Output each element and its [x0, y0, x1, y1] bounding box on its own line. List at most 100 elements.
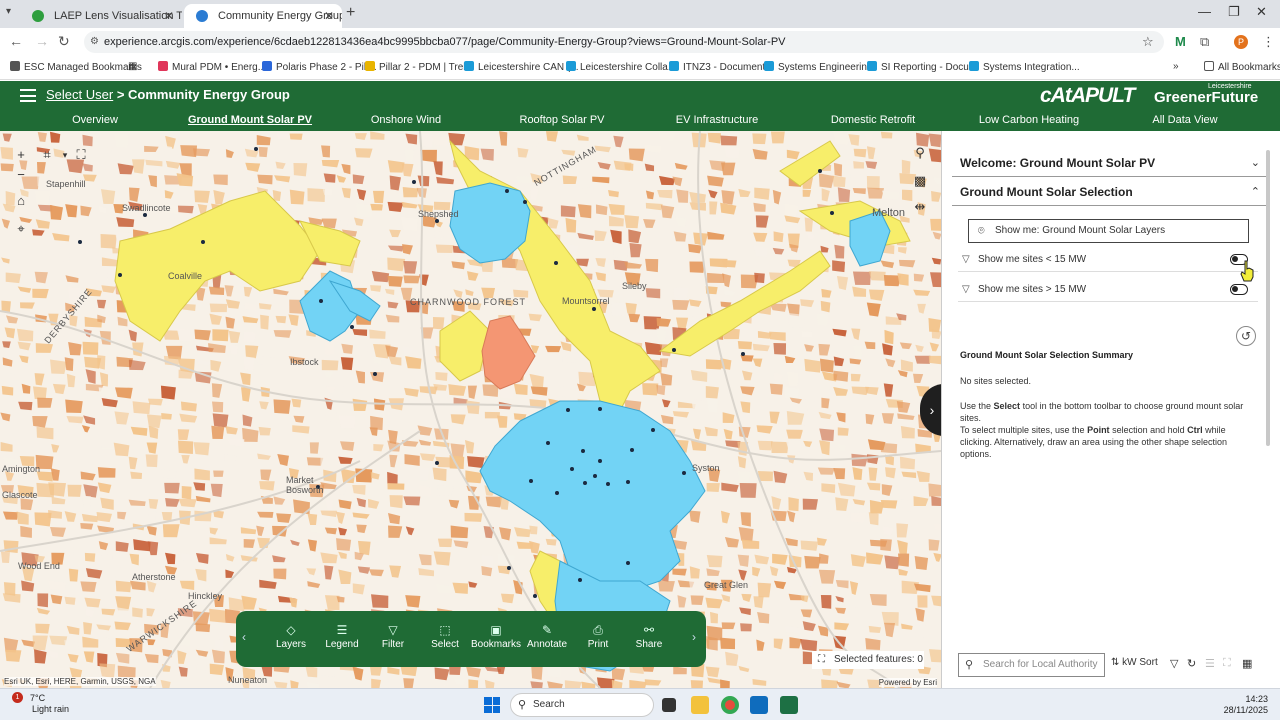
more-bookmarks-icon[interactable]: » — [1173, 61, 1179, 72]
tab-close-icon[interactable]: ✕ — [324, 4, 334, 28]
app-nav: Overview Ground Mount Solar PV Onshore W… — [0, 111, 1280, 131]
nav-ground-mount-solar[interactable]: Ground Mount Solar PV — [188, 114, 312, 126]
show-layers-button[interactable]: ⌾ Show me: Ground Mount Solar Layers — [968, 219, 1249, 243]
bookmark-itnz3[interactable]: ITNZ3 - Documents — [669, 61, 770, 73]
bookmark-leics-colla[interactable]: Leicestershire Colla... — [566, 61, 676, 73]
task-view-icon[interactable] — [662, 698, 676, 712]
kw-sort-button[interactable]: ⇅ kW Sort — [1111, 657, 1158, 668]
bookmark-mural[interactable]: Mural PDM • Energ... — [158, 61, 266, 73]
restore-icon[interactable]: ❐ — [1228, 4, 1240, 20]
selected-features-indicator[interactable]: ⛶ Selected features: 0 — [812, 651, 924, 669]
star-icon[interactable]: ☆ — [1142, 34, 1154, 50]
filter-button[interactable]: ▽ Filter — [368, 623, 418, 650]
outlook-icon[interactable] — [750, 696, 768, 714]
apps-grid-icon[interactable]: ▦ — [128, 61, 137, 72]
all-bookmarks[interactable]: All Bookmarks — [1204, 61, 1280, 73]
zoom-in-button[interactable]: + — [10, 145, 32, 165]
map-view[interactable]: Swadlincote Stapenhill Ibstock Market Bo… — [0, 131, 941, 688]
forward-icon[interactable]: → — [35, 33, 49, 49]
filter-over-15mw[interactable]: ▽ Show me sites > 15 MW — [958, 278, 1258, 302]
bookmark-systems-integration[interactable]: Systems Integration... — [969, 61, 1080, 73]
bookmark-pillar[interactable]: Pillar 2 - PDM | Trello — [365, 61, 473, 73]
browser-tab-laep[interactable]: LAEP Lens Visualisation Tool | G ✕ — [20, 4, 182, 28]
taskbar-search[interactable]: ⚲ Search — [510, 693, 654, 717]
excel-icon[interactable] — [780, 696, 798, 714]
new-tab-icon[interactable]: + — [346, 4, 355, 22]
measure-icon[interactable]: ⇹ — [909, 197, 931, 217]
qr-code-icon[interactable]: ▩ — [909, 171, 931, 191]
bookmark-si-reporting[interactable]: SI Reporting - Docu... — [867, 61, 977, 73]
nav-domestic-retrofit[interactable]: Domestic Retrofit — [831, 114, 915, 126]
select-user-link[interactable]: Select User — [46, 87, 113, 102]
menu-dots-icon[interactable]: ⋮ — [1262, 34, 1275, 50]
nav-overview[interactable]: Overview — [72, 114, 118, 126]
hamburger-menu-icon[interactable] — [20, 89, 36, 102]
refresh-icon[interactable]: ↻ — [1187, 657, 1196, 670]
zoom-out-button[interactable]: − — [10, 165, 32, 185]
nav-rooftop-solar[interactable]: Rooftop Solar PV — [520, 114, 605, 126]
back-icon[interactable]: ← — [9, 33, 23, 49]
choropleth-tile — [437, 538, 453, 548]
annotate-button[interactable]: ✎ Annotate — [522, 623, 572, 650]
tab-close-icon[interactable]: ✕ — [164, 4, 174, 28]
nav-onshore-wind[interactable]: Onshore Wind — [371, 114, 441, 126]
reset-icon[interactable]: ↺ — [1236, 326, 1256, 346]
clear-selection-icon[interactable]: ⛶ — [1223, 657, 1231, 670]
extension-m-icon[interactable]: M — [1175, 34, 1186, 49]
filter-icon[interactable]: ▽ — [1170, 657, 1178, 670]
weather-widget[interactable]: 1 7°C Light rain — [12, 692, 69, 715]
bookmark-polaris[interactable]: Polaris Phase 2 - Pill... — [262, 61, 377, 73]
share-button[interactable]: ⚯ Share — [624, 623, 674, 650]
local-authority-search[interactable]: ⚲ Search for Local Authority — [958, 653, 1105, 677]
bookmarks-button[interactable]: ▣ Bookmarks — [471, 623, 521, 650]
nav-low-carbon-heating[interactable]: Low Carbon Heating — [979, 114, 1079, 126]
close-window-icon[interactable]: ✕ — [1256, 4, 1267, 20]
extensions-icon[interactable]: ⧉ — [1200, 34, 1209, 50]
welcome-accordion[interactable]: Welcome: Ground Mount Solar PV ⌄ — [952, 149, 1266, 177]
choropleth-tile — [821, 483, 836, 494]
home-icon[interactable]: ⌂ — [10, 191, 32, 211]
choropleth-tile — [338, 527, 348, 536]
grid-view-icon[interactable]: ▦ — [1242, 657, 1252, 670]
toggle-over-15mw[interactable] — [1230, 284, 1248, 295]
filter-under-15mw[interactable]: ▽ Show me sites < 15 MW — [958, 248, 1258, 272]
select-all-icon[interactable]: ☰ — [1205, 657, 1215, 670]
minimize-icon[interactable]: — — [1198, 4, 1211, 19]
select-button[interactable]: ⬚ Select — [420, 623, 470, 650]
locate-icon[interactable]: ⌖ — [10, 219, 32, 239]
nav-all-data-view[interactable]: All Data View — [1152, 114, 1217, 126]
selection-accordion[interactable]: Ground Mount Solar Selection ⌃ — [952, 178, 1266, 206]
breadcrumb: Select User > Community Energy Group — [46, 87, 290, 102]
choropleth-tile — [19, 302, 35, 309]
toolbar-prev-icon[interactable]: ‹ — [242, 630, 246, 644]
powered-by-esri[interactable]: Powered by Esri — [878, 678, 937, 687]
location-pin-icon: ⌾ — [978, 225, 985, 237]
url-field[interactable]: ⚙ experience.arcgis.com/experience/6cdae… — [84, 31, 1164, 53]
choropleth-tile — [306, 568, 317, 576]
site-info-icon[interactable]: ⚙ — [90, 31, 99, 53]
choropleth-tile — [325, 499, 334, 513]
choropleth-tile — [834, 244, 845, 259]
chrome-icon[interactable] — [721, 696, 739, 714]
tab-list-icon[interactable]: ▾ — [6, 6, 11, 17]
file-explorer-icon[interactable] — [691, 696, 709, 714]
bookmark-leics-can[interactable]: Leicestershire CAN (... — [464, 61, 579, 73]
bookmark-esc[interactable]: ESC Managed Bookmarks — [10, 61, 142, 73]
system-clock[interactable]: 14:23 28/11/2025 — [1224, 694, 1268, 716]
profile-avatar[interactable]: P — [1234, 35, 1248, 49]
choropleth-tile — [81, 513, 98, 523]
clear-selection-icon[interactable]: ⛶ — [70, 145, 92, 165]
windows-start-icon[interactable] — [484, 697, 500, 713]
legend-button[interactable]: ☰ Legend — [317, 623, 367, 650]
map-canvas[interactable] — [0, 131, 941, 688]
nav-ev-infrastructure[interactable]: EV Infrastructure — [676, 114, 759, 126]
print-button[interactable]: ⎙ Print — [573, 623, 623, 650]
reload-icon[interactable]: ↻ — [58, 33, 70, 50]
panel-scrollbar[interactable] — [1266, 150, 1270, 446]
browser-tab-community-energy[interactable]: Community Energy Group | Lei ✕ — [184, 4, 342, 28]
bookmark-systems-eng[interactable]: Systems Engineerin... — [764, 61, 875, 73]
layers-button[interactable]: ◇ Layers — [266, 623, 316, 650]
choropleth-tile — [195, 553, 209, 564]
toolbar-next-icon[interactable]: › — [692, 630, 696, 644]
search-icon[interactable]: ⚲ — [909, 143, 931, 163]
